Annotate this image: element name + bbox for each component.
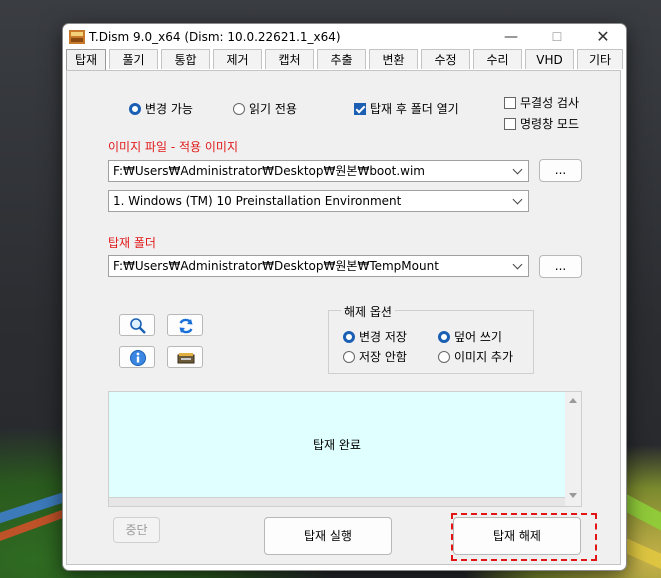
log-text: 탑재 완료 (313, 438, 361, 452)
checkbox-unchecked-icon (504, 117, 516, 130)
tab-modify[interactable]: 수정 (421, 49, 470, 69)
radio-unchecked-icon (343, 350, 355, 363)
tab-convert[interactable]: 변환 (369, 49, 418, 69)
mount-path-value: F:₩Users₩Administrator₩Desktop₩원본₩TempMo… (113, 259, 439, 273)
scroll-down-icon[interactable] (569, 493, 577, 498)
tdism-window: T.Dism 9.0_x64 (Dism: 10.0.22621.1_x64) … (62, 23, 627, 571)
unmount-options-title: 해제 옵션 (341, 303, 395, 320)
cmd-mode-checkbox[interactable]: 명령창 모드 (504, 115, 579, 132)
stop-button[interactable]: 중단 (113, 517, 160, 543)
refresh-icon (179, 318, 193, 334)
discard-label: 저장 안함 (359, 350, 407, 364)
overwrite-radio[interactable]: 덮어 쓰기 (438, 328, 502, 345)
mount-browse-button[interactable]: ... (539, 255, 582, 278)
chevron-down-icon[interactable] (511, 191, 525, 211)
image-path-value: F:₩Users₩Administrator₩Desktop₩원본₩boot.w… (113, 164, 425, 178)
mount-run-button[interactable]: 탑재 실행 (264, 517, 392, 555)
log-box[interactable]: 탑재 완료 (108, 391, 582, 507)
save-changes-label: 변경 저장 (359, 330, 407, 344)
change-enable-label: 변경 가능 (145, 102, 193, 116)
append-image-label: 이미지 추가 (454, 350, 514, 364)
save-changes-radio[interactable]: 변경 저장 (343, 328, 407, 345)
overwrite-label: 덮어 쓰기 (454, 330, 502, 344)
drive-button[interactable] (167, 346, 203, 368)
chevron-down-icon[interactable] (511, 256, 525, 276)
minimize-button[interactable]: — (488, 24, 534, 50)
image-browse-button[interactable]: ... (539, 159, 582, 182)
checkbox-unchecked-icon (504, 96, 516, 109)
log-vertical-scrollbar[interactable] (565, 392, 581, 506)
cmd-mode-label: 명령창 모드 (520, 117, 580, 131)
tab-etc[interactable]: 기타 (577, 49, 623, 69)
scroll-up-icon[interactable] (569, 398, 577, 403)
mount-panel: 변경 가능 읽기 전용 탑재 후 폴더 열기 무결성 검사 명령창 모드 이미지… (66, 70, 621, 565)
title-bar[interactable]: T.Dism 9.0_x64 (Dism: 10.0.22621.1_x64) … (63, 24, 626, 50)
mount-path-combo[interactable]: F:₩Users₩Administrator₩Desktop₩원본₩TempMo… (108, 255, 529, 277)
mount-folder-label: 탑재 폴더 (108, 236, 156, 250)
open-folder-checkbox[interactable]: 탑재 후 폴더 열기 (354, 100, 459, 117)
tab-repair[interactable]: 수리 (473, 49, 522, 69)
drive-icon (177, 353, 195, 364)
search-button[interactable] (119, 314, 155, 336)
search-icon (130, 318, 146, 334)
tab-mount[interactable]: 탑재 (66, 49, 106, 71)
discard-radio[interactable]: 저장 안함 (343, 348, 407, 365)
tab-extract[interactable]: 풀기 (109, 49, 158, 69)
image-file-label: 이미지 파일 - 적용 이미지 (108, 140, 238, 154)
highlight-box (451, 513, 597, 561)
tab-remove[interactable]: 제거 (213, 49, 262, 69)
app-icon (69, 30, 85, 44)
tab-capture[interactable]: 캡처 (265, 49, 314, 69)
radio-checked-icon (438, 330, 450, 343)
checkbox-checked-icon (354, 102, 366, 115)
radio-unchecked-icon (438, 350, 450, 363)
chevron-down-icon[interactable] (511, 161, 525, 181)
tab-integrate[interactable]: 통합 (161, 49, 210, 69)
window-title: T.Dism 9.0_x64 (Dism: 10.0.22621.1_x64) (89, 30, 341, 44)
image-index-value: 1. Windows (TM) 10 Preinstallation Envir… (113, 194, 402, 208)
integrity-check-checkbox[interactable]: 무결성 검사 (504, 94, 579, 111)
image-path-combo[interactable]: F:₩Users₩Administrator₩Desktop₩원본₩boot.w… (108, 160, 529, 182)
info-icon (130, 350, 146, 366)
radio-checked-icon (343, 330, 355, 343)
log-horizontal-scrollbar[interactable] (109, 497, 565, 506)
unmount-options-group: 해제 옵션 변경 저장 덮어 쓰기 저장 안함 이미지 추가 (328, 303, 534, 374)
maximize-button[interactable]: ☐ (534, 24, 580, 50)
info-button[interactable] (119, 346, 155, 368)
read-only-radio[interactable]: 읽기 전용 (233, 100, 297, 117)
read-only-label: 읽기 전용 (249, 102, 297, 116)
tab-export[interactable]: 추출 (317, 49, 366, 69)
radio-unchecked-icon (233, 102, 245, 115)
radio-checked-icon (129, 102, 141, 115)
refresh-button[interactable] (167, 314, 203, 336)
tab-vhd[interactable]: VHD (525, 49, 574, 69)
append-image-radio[interactable]: 이미지 추가 (438, 348, 513, 365)
open-folder-label: 탑재 후 폴더 열기 (370, 102, 459, 116)
close-button[interactable]: ✕ (580, 24, 626, 50)
integrity-check-label: 무결성 검사 (520, 96, 580, 110)
change-enable-radio[interactable]: 변경 가능 (129, 100, 193, 117)
image-index-combo[interactable]: 1. Windows (TM) 10 Preinstallation Envir… (108, 190, 529, 212)
